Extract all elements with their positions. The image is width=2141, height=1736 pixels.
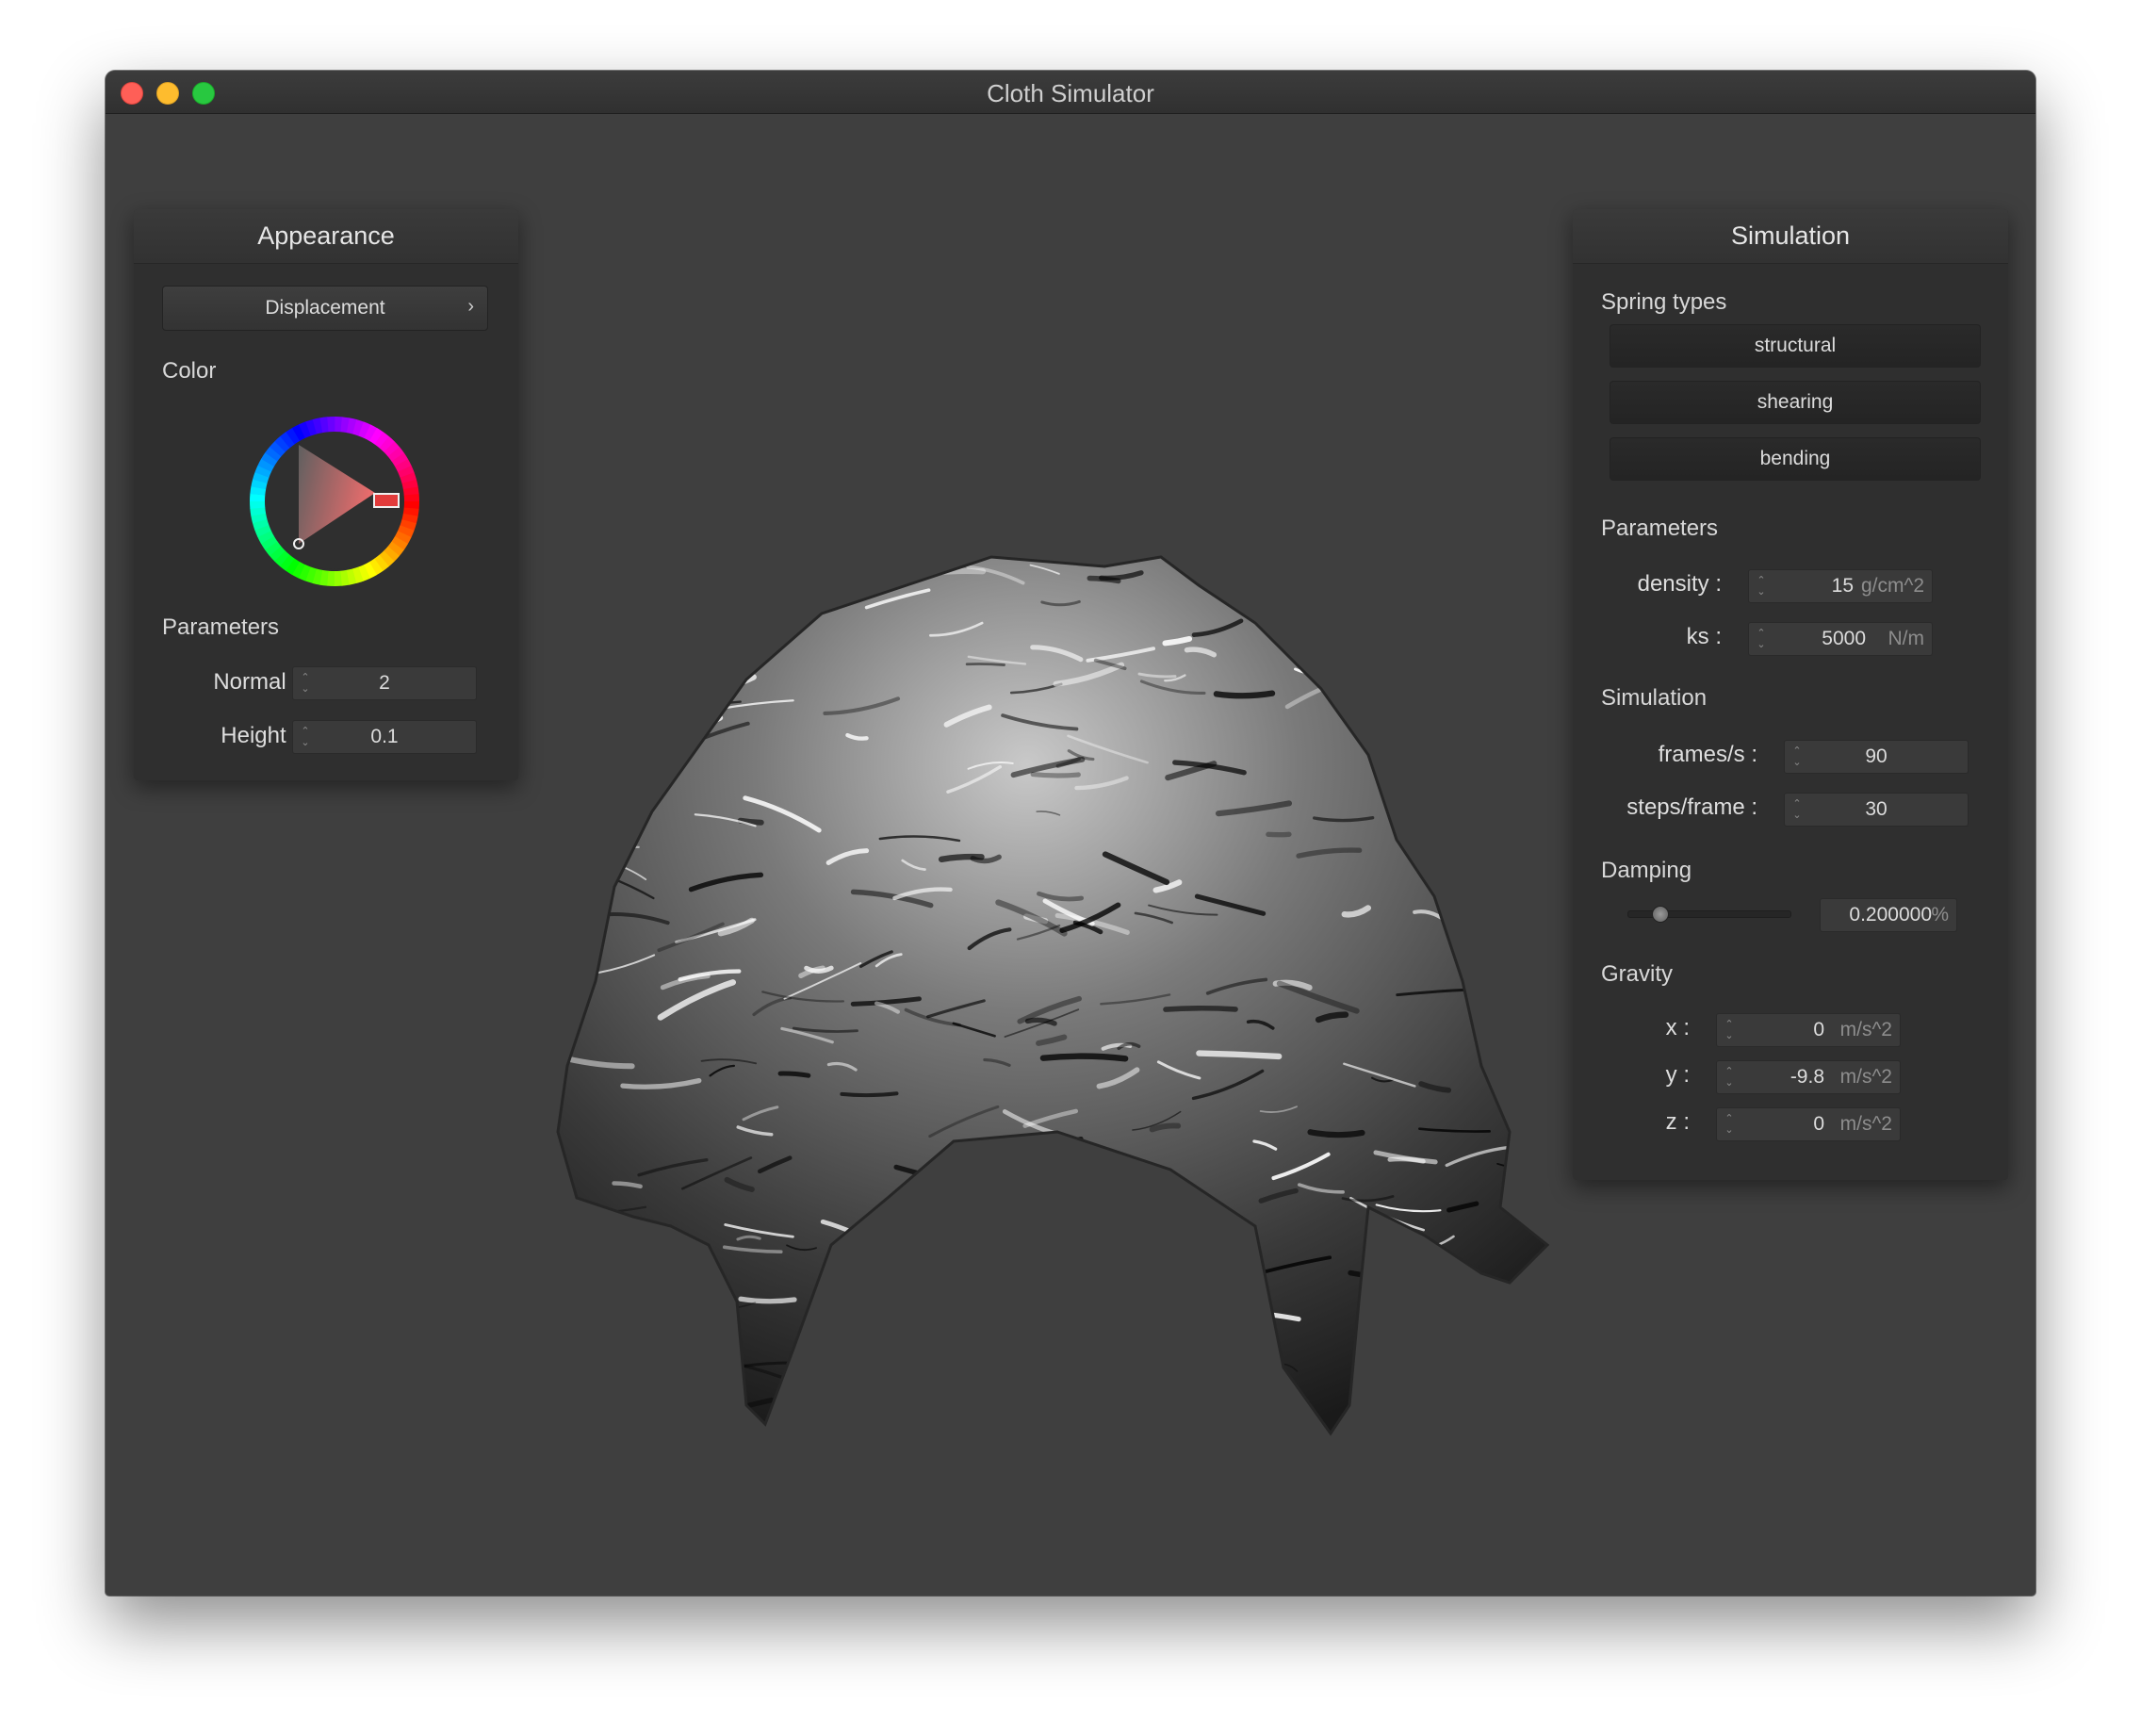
- gravity-y-input[interactable]: ⌃ ⌄ -9.8 m/s^2: [1716, 1060, 1901, 1094]
- gravity-z-label: z :: [1665, 1109, 1690, 1135]
- spring-shearing-button[interactable]: shearing: [1610, 381, 1981, 424]
- gravity-label: Gravity: [1601, 961, 1674, 987]
- ks-label: ks :: [1686, 624, 1722, 649]
- spring-structural-button[interactable]: structural: [1610, 324, 1981, 368]
- steps-input[interactable]: ⌃ ⌄ 30: [1784, 793, 1969, 827]
- simulation-panel-header[interactable]: Simulation: [1573, 209, 2008, 264]
- simulation-section-label: Simulation: [1601, 685, 1708, 711]
- ks-unit: N/m: [1888, 628, 1925, 649]
- damping-slider-thumb[interactable]: [1652, 906, 1670, 923]
- damping-unit: %: [1931, 904, 1949, 925]
- damping-label: Damping: [1601, 858, 1692, 883]
- gravity-y-value: -9.8: [1790, 1066, 1824, 1088]
- up-down-spinner-icon[interactable]: ⌃ ⌄: [1757, 628, 1766, 650]
- appearance-panel: Appearance Displacement › Color Paramete…: [134, 209, 518, 780]
- shader-select-label: Displacement: [265, 297, 385, 319]
- frames-input[interactable]: ⌃ ⌄ 90: [1784, 740, 1969, 774]
- up-down-spinner-icon[interactable]: ⌃ ⌄: [1724, 1019, 1734, 1041]
- normal-label: Normal :: [213, 669, 299, 695]
- steps-label: steps/frame :: [1626, 794, 1757, 820]
- height-label: Height :: [221, 723, 299, 748]
- hue-handle: [373, 493, 400, 508]
- appearance-panel-header[interactable]: Appearance: [134, 209, 518, 264]
- simulation-panel: Simulation Spring types structural shear…: [1573, 209, 2008, 1180]
- ks-input[interactable]: ⌃ ⌄ 5000 N/m: [1748, 622, 1933, 656]
- window-title: Cloth Simulator: [987, 79, 1154, 107]
- gravity-y-label: y :: [1665, 1062, 1690, 1088]
- frames-label: frames/s :: [1658, 742, 1757, 767]
- up-down-spinner-icon[interactable]: ⌃ ⌄: [1724, 1113, 1734, 1136]
- frames-value: 90: [1865, 745, 1888, 767]
- spring-bending-button[interactable]: bending: [1610, 437, 1981, 481]
- title-bar[interactable]: Cloth Simulator: [106, 71, 2035, 114]
- chevron-right-icon: ›: [467, 296, 474, 317]
- gravity-x-unit: m/s^2: [1839, 1019, 1892, 1040]
- gravity-z-input[interactable]: ⌃ ⌄ 0 m/s^2: [1716, 1107, 1901, 1141]
- normal-input[interactable]: ⌃ ⌄ 2: [292, 666, 477, 700]
- ks-value: 5000: [1822, 628, 1866, 649]
- density-input[interactable]: ⌃ ⌄ 15 g/cm^2: [1748, 569, 1933, 603]
- sim-parameters-label: Parameters: [1601, 516, 1719, 541]
- density-value: 15: [1831, 575, 1854, 597]
- gravity-z-unit: m/s^2: [1839, 1113, 1892, 1135]
- normal-value: 2: [379, 672, 390, 694]
- color-label: Color: [162, 358, 217, 384]
- damping-value: 0.200000: [1849, 904, 1932, 925]
- app-window: Cloth Simulator Appearance Displacement …: [106, 71, 2035, 1596]
- density-label: density :: [1637, 571, 1722, 597]
- density-unit: g/cm^2: [1860, 575, 1924, 597]
- appearance-parameters-label: Parameters: [162, 614, 280, 640]
- height-value: 0.1: [370, 726, 399, 747]
- 3d-viewport[interactable]: Appearance Displacement › Color Paramete…: [106, 114, 2035, 1596]
- up-down-spinner-icon[interactable]: ⌃ ⌄: [1757, 575, 1766, 598]
- shader-select-button[interactable]: Displacement ›: [162, 286, 488, 331]
- gravity-x-label: x :: [1665, 1015, 1690, 1040]
- color-wheel[interactable]: [240, 407, 429, 596]
- steps-value: 30: [1865, 798, 1888, 820]
- gravity-z-value: 0: [1813, 1113, 1824, 1135]
- damping-input[interactable]: 0.200000 %: [1820, 898, 1957, 932]
- gravity-y-unit: m/s^2: [1839, 1066, 1892, 1088]
- up-down-spinner-icon[interactable]: ⌃ ⌄: [1724, 1066, 1734, 1089]
- gravity-x-input[interactable]: ⌃ ⌄ 0 m/s^2: [1716, 1013, 1901, 1047]
- gravity-x-value: 0: [1813, 1019, 1824, 1040]
- spring-types-label: Spring types: [1601, 289, 1727, 315]
- height-input[interactable]: ⌃ ⌄ 0.1: [292, 720, 477, 754]
